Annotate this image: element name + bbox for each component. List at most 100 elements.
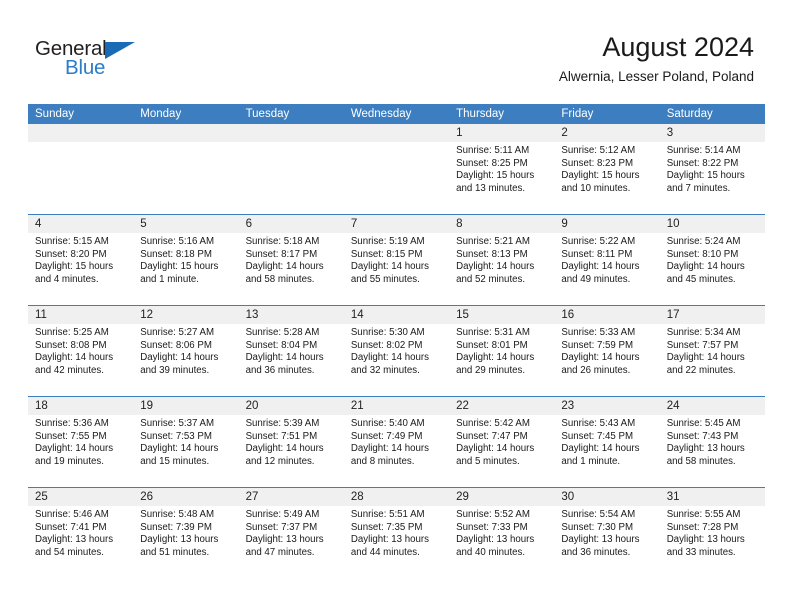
sunset-text: Sunset: 7:47 PM [456,430,528,442]
calendar-day-cell[interactable]: 13 Sunrise: 5:28 AM Sunset: 8:04 PM Dayligh… [238,306,344,396]
calendar-week-row: 4 Sunrise: 5:15 AM Sunset: 8:20 PM Daylight… [28,214,765,305]
day-number: 14 [343,306,450,324]
sunset-text: Sunset: 7:53 PM [140,430,212,442]
day-details: Sunrise: 5:21 AM Sunset: 8:13 PM Daylight:… [449,233,554,286]
sunset-text: Sunset: 7:28 PM [666,521,739,533]
day-details: Sunrise: 5:43 AM Sunset: 7:45 PM Daylight:… [554,415,659,468]
day-details: Sunrise: 5:49 AM Sunset: 7:37 PM Daylight:… [239,506,344,559]
daylight-text-line2: and 55 minutes. [350,273,420,285]
calendar-day-cell[interactable]: 12 Sunrise: 5:27 AM Sunset: 8:06 PM Dayligh… [133,306,239,396]
calendar-day-cell[interactable]: 4 Sunrise: 5:15 AM Sunset: 8:20 PM Daylight… [28,215,134,305]
sunset-text: Sunset: 8:01 PM [456,339,528,351]
sunset-text: Sunset: 8:23 PM [561,157,634,169]
sunset-text: Sunset: 8:13 PM [456,248,528,260]
sunrise-text: Sunrise: 5:30 AM [350,327,425,338]
calendar-day-cell[interactable]: 21 Sunrise: 5:40 AM Sunset: 7:49 PM Dayligh… [343,397,450,487]
calendar-day-cell[interactable]: 28 Sunrise: 5:51 AM Sunset: 7:35 PM Dayligh… [343,488,450,578]
calendar-day-cell-empty [28,124,134,214]
calendar-day-cell[interactable]: 2 Sunrise: 5:12 AM Sunset: 8:23 PM Daylight… [554,124,660,214]
day-details [239,142,344,145]
calendar-day-cell[interactable]: 29 Sunrise: 5:52 AM Sunset: 7:33 PM Dayligh… [449,488,555,578]
calendar-day-cell[interactable]: 27 Sunrise: 5:49 AM Sunset: 7:37 PM Dayligh… [238,488,344,578]
sunset-text: Sunset: 7:57 PM [666,339,739,351]
day-details: Sunrise: 5:11 AM Sunset: 8:25 PM Daylight:… [449,142,554,195]
calendar-day-cell[interactable]: 19 Sunrise: 5:37 AM Sunset: 7:53 PM Dayligh… [133,397,239,487]
page-subtitle: Alwernia, Lesser Poland, Poland [558,69,754,84]
day-details: Sunrise: 5:24 AM Sunset: 8:10 PM Daylight:… [660,233,765,286]
daylight-text-line2: and 1 minute. [561,455,621,467]
sunrise-text: Sunrise: 5:14 AM [666,145,741,156]
daylight-text-line1: Daylight: 13 hours [666,534,745,546]
calendar-day-cell[interactable]: 8 Sunrise: 5:21 AM Sunset: 8:13 PM Daylight… [449,215,555,305]
calendar-day-cell[interactable]: 14 Sunrise: 5:30 AM Sunset: 8:02 PM Dayligh… [343,306,450,396]
day-number: 11 [28,306,134,324]
daylight-text-line1: Daylight: 13 hours [140,534,219,546]
calendar-day-cell[interactable]: 5 Sunrise: 5:16 AM Sunset: 8:18 PM Daylight… [133,215,239,305]
sunrise-text: Sunrise: 5:21 AM [456,236,530,247]
sunrise-text: Sunrise: 5:24 AM [666,236,741,247]
day-number: 26 [133,488,239,506]
calendar-day-cell[interactable]: 20 Sunrise: 5:39 AM Sunset: 7:51 PM Dayligh… [238,397,344,487]
daylight-text-line2: and 26 minutes. [561,364,631,376]
day-number: 29 [449,488,555,506]
daylight-text-line2: and 39 minutes. [140,364,210,376]
daylight-text-line2: and 22 minutes. [666,364,736,376]
daylight-text-line2: and 51 minutes. [140,546,210,558]
calendar-day-cell[interactable]: 16 Sunrise: 5:33 AM Sunset: 7:59 PM Dayligh… [554,306,660,396]
day-details: Sunrise: 5:37 AM Sunset: 7:53 PM Daylight:… [133,415,238,468]
calendar-day-cell[interactable]: 9 Sunrise: 5:22 AM Sunset: 8:11 PM Daylight… [554,215,660,305]
calendar-day-cell[interactable]: 7 Sunrise: 5:19 AM Sunset: 8:15 PM Daylight… [343,215,450,305]
calendar-day-cell[interactable]: 31 Sunrise: 5:55 AM Sunset: 7:28 PM Dayligh… [659,488,765,578]
daylight-text-line1: Daylight: 14 hours [666,261,745,273]
sunset-text: Sunset: 7:43 PM [666,430,739,442]
day-number: 20 [238,397,344,415]
daylight-text-line1: Daylight: 14 hours [350,443,429,455]
calendar-day-cell[interactable]: 17 Sunrise: 5:34 AM Sunset: 7:57 PM Dayligh… [659,306,765,396]
daylight-text-line1: Daylight: 14 hours [456,352,535,364]
day-details: Sunrise: 5:52 AM Sunset: 7:33 PM Daylight:… [449,506,554,559]
sunrise-text: Sunrise: 5:12 AM [561,145,636,156]
calendar-day-cell[interactable]: 15 Sunrise: 5:31 AM Sunset: 8:01 PM Dayligh… [449,306,555,396]
sunrise-text: Sunrise: 5:33 AM [561,327,636,338]
weekday-header-sunday: Sunday [35,108,75,120]
calendar-day-cell[interactable]: 23 Sunrise: 5:43 AM Sunset: 7:45 PM Dayligh… [554,397,660,487]
calendar-day-cell[interactable]: 3 Sunrise: 5:14 AM Sunset: 8:22 PM Daylight… [659,124,765,214]
day-details: Sunrise: 5:18 AM Sunset: 8:17 PM Daylight:… [239,233,344,286]
daylight-text-line1: Daylight: 14 hours [245,443,324,455]
day-details: Sunrise: 5:33 AM Sunset: 7:59 PM Daylight:… [554,324,659,377]
daylight-text-line2: and 13 minutes. [456,182,526,194]
calendar-day-cell[interactable]: 30 Sunrise: 5:54 AM Sunset: 7:30 PM Dayligh… [554,488,660,578]
calendar-day-cell[interactable]: 24 Sunrise: 5:45 AM Sunset: 7:43 PM Dayligh… [659,397,765,487]
day-number: 13 [238,306,344,324]
sunrise-text: Sunrise: 5:18 AM [245,236,320,247]
calendar-day-cell[interactable]: 1 Sunrise: 5:11 AM Sunset: 8:25 PM Daylight… [449,124,555,214]
daylight-text-line2: and 33 minutes. [666,546,736,558]
daylight-text-line2: and 40 minutes. [456,546,526,558]
weekday-header-wednesday: Wednesday [350,108,412,120]
generalblue-logo[interactable]: General Blue [35,38,145,80]
calendar-week-row: 11 Sunrise: 5:25 AM Sunset: 8:08 PM Dayligh… [28,305,765,396]
sunset-text: Sunset: 7:37 PM [245,521,318,533]
calendar-day-cell[interactable]: 10 Sunrise: 5:24 AM Sunset: 8:10 PM Dayligh… [659,215,765,305]
calendar-day-cell[interactable]: 11 Sunrise: 5:25 AM Sunset: 8:08 PM Dayligh… [28,306,134,396]
calendar-week-inner: 25 Sunrise: 5:46 AM Sunset: 7:41 PM Dayligh… [28,488,765,578]
day-number: 2 [554,124,660,142]
sunset-text: Sunset: 7:41 PM [35,521,107,533]
daylight-text-line2: and 45 minutes. [666,273,736,285]
calendar-day-cell[interactable]: 26 Sunrise: 5:48 AM Sunset: 7:39 PM Dayligh… [133,488,239,578]
sunset-text: Sunset: 8:10 PM [666,248,739,260]
sunset-text: Sunset: 7:33 PM [456,521,528,533]
calendar-day-cell[interactable]: 22 Sunrise: 5:42 AM Sunset: 7:47 PM Dayligh… [449,397,555,487]
day-number: 3 [659,124,765,142]
sunrise-text: Sunrise: 5:19 AM [350,236,425,247]
day-number: 23 [554,397,660,415]
daylight-text-line1: Daylight: 15 hours [140,261,219,273]
sunset-text: Sunset: 7:55 PM [35,430,107,442]
calendar-day-cell[interactable]: 25 Sunrise: 5:46 AM Sunset: 7:41 PM Dayligh… [28,488,134,578]
calendar-week-inner: 18 Sunrise: 5:36 AM Sunset: 7:55 PM Dayligh… [28,397,765,487]
day-details: Sunrise: 5:15 AM Sunset: 8:20 PM Daylight:… [28,233,133,286]
sunset-text: Sunset: 8:15 PM [350,248,423,260]
daylight-text-line2: and 49 minutes. [561,273,631,285]
calendar-day-cell[interactable]: 18 Sunrise: 5:36 AM Sunset: 7:55 PM Dayligh… [28,397,134,487]
calendar-day-cell[interactable]: 6 Sunrise: 5:18 AM Sunset: 8:17 PM Daylight… [238,215,344,305]
